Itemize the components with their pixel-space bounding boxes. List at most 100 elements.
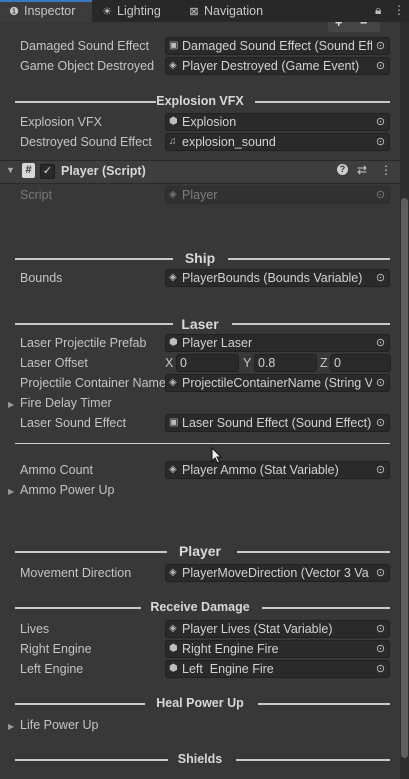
navigation-icon: ⊠ <box>189 6 199 18</box>
field-right-engine: Right Engine ⬢ Right Engine Fire ⊙ <box>0 639 400 659</box>
lock-icon[interactable]: 🔒︎ <box>375 3 381 18</box>
object-field[interactable]: ◈ Player Destroyed (Game Event) ⊙ <box>165 57 390 75</box>
y-input[interactable]: 0.8 <box>254 354 317 372</box>
object-picker-icon[interactable]: ⊙ <box>372 565 389 581</box>
foldout-life-power-up[interactable]: ▶ Life Power Up <box>0 715 400 735</box>
script-field: ◈ Player ⊙ <box>165 186 390 204</box>
header-rule-right <box>228 258 390 260</box>
prefab-icon: ⬢ <box>169 663 178 674</box>
info-icon: ❶ <box>9 6 19 18</box>
asset-icon: ▣ <box>169 417 179 428</box>
prefab-icon: ⬢ <box>169 337 178 348</box>
object-picker-icon[interactable]: ⊙ <box>372 335 389 351</box>
asset-icon: ▣ <box>169 40 179 51</box>
object-field[interactable]: ◈ ProjectileContainerName (String V ⊙ <box>165 374 390 392</box>
object-picker-icon[interactable]: ⊙ <box>372 375 389 391</box>
field-bounds: Bounds ◈ PlayerBounds (Bounds Variable) … <box>0 268 400 288</box>
object-picker-icon[interactable]: ⊙ <box>372 58 389 74</box>
scrollbar-thumb[interactable] <box>401 198 408 758</box>
object-picker-icon[interactable]: ⊙ <box>372 134 389 150</box>
object-field[interactable]: ◈ Player Lives (Stat Variable) ⊙ <box>165 620 390 638</box>
object-field[interactable]: ♫ explosion_sound ⊙ <box>165 133 390 151</box>
object-field[interactable]: ◈ Player Ammo (Stat Variable) ⊙ <box>165 461 390 479</box>
object-field[interactable]: ◈ PlayerBounds (Bounds Variable) ⊙ <box>165 269 390 287</box>
foldout-ammo-power-up[interactable]: ▶ Ammo Power Up <box>0 480 400 500</box>
prefab-icon: ⬢ <box>169 643 178 654</box>
enabled-checkbox[interactable]: ✓ <box>40 164 55 179</box>
foldout-arrow-icon[interactable]: ▶ <box>8 400 20 409</box>
lighting-icon: ☀ <box>102 6 112 18</box>
script-asset-icon: ◈ <box>169 189 177 200</box>
header-rule-right <box>258 703 390 705</box>
field-movement-direction: Movement Direction ◈ PlayerMoveDirection… <box>0 563 400 583</box>
asset-icon: ◈ <box>169 272 177 283</box>
object-picker-icon[interactable]: ⊙ <box>372 661 389 677</box>
list-add-remove: + − <box>328 22 380 32</box>
asset-icon: ◈ <box>169 567 177 578</box>
z-axis-label: Z <box>320 356 328 370</box>
component-menu-icon[interactable]: ⋮ <box>380 163 392 177</box>
header-rule-right <box>262 607 390 609</box>
object-picker-icon[interactable]: ⊙ <box>372 621 389 637</box>
z-input[interactable]: 0 <box>330 354 391 372</box>
script-icon: # <box>22 163 35 178</box>
field-damaged-sound-effect: Damaged Sound Effect ▣ Damaged Sound Eff… <box>0 36 400 56</box>
field-projectile-container-name: Projectile Container Name ◈ ProjectileCo… <box>0 373 400 393</box>
field-laser-sound-effect: Laser Sound Effect ▣ Laser Sound Effect … <box>0 413 400 433</box>
audio-icon: ♫ <box>169 136 177 147</box>
vector3-field: X 0 Y 0.8 Z 0 <box>165 354 391 372</box>
prefab-icon: ⬢ <box>169 116 178 127</box>
header-rule-right <box>237 551 390 553</box>
component-header[interactable]: ▼ # ✓ Player (Script) ? ⇄ ⋮ <box>0 160 400 184</box>
vertical-scrollbar[interactable] <box>400 22 409 779</box>
asset-icon: ◈ <box>169 464 177 475</box>
object-field[interactable]: ▣ Damaged Sound Effect (Sound Effe ⊙ <box>165 37 390 55</box>
object-field[interactable]: ⬢ Player Laser ⊙ <box>165 334 390 352</box>
foldout-fire-delay-timer[interactable]: ▶ Fire Delay Timer <box>0 393 400 413</box>
inspector-content: + − Damaged Sound Effect ▣ Damaged Sound… <box>0 22 409 779</box>
object-field[interactable]: ⬢ Right Engine Fire ⊙ <box>165 640 390 658</box>
y-axis-label: Y <box>243 356 252 370</box>
help-icon[interactable]: ? <box>337 164 348 175</box>
asset-icon: ◈ <box>169 377 177 388</box>
object-picker-icon[interactable]: ⊙ <box>372 462 389 478</box>
separator-line <box>15 443 390 444</box>
object-picker-icon: ⊙ <box>372 187 389 203</box>
asset-icon: ◈ <box>169 623 177 634</box>
header-rule-right <box>236 759 390 761</box>
object-field[interactable]: ⬢ Explosion ⊙ <box>165 113 390 131</box>
foldout-arrow-icon[interactable]: ▼ <box>6 165 15 175</box>
object-picker-icon[interactable]: ⊙ <box>372 38 389 54</box>
header-rule-right <box>232 323 390 325</box>
field-script: Script ◈ Player ⊙ <box>0 185 400 205</box>
tab-navigation[interactable]: ⊠ Navigation <box>188 0 263 22</box>
x-axis-label: X <box>165 356 174 370</box>
tab-inspector[interactable]: ❶ Inspector <box>0 0 92 22</box>
more-icon[interactable]: ⋮ <box>393 3 405 17</box>
object-field[interactable]: ◈ PlayerMoveDirection (Vector 3 Va ⊙ <box>165 564 390 582</box>
tab-lighting[interactable]: ☀ Lighting <box>101 0 161 22</box>
field-destroyed-sound-effect: Destroyed Sound Effect ♫ explosion_sound… <box>0 132 400 152</box>
foldout-arrow-icon[interactable]: ▶ <box>8 722 20 731</box>
mouse-cursor-icon <box>211 447 223 464</box>
field-left-engine: Left Engine ⬢ Left Engine Fire ⊙ <box>0 659 400 679</box>
add-icon[interactable]: + <box>335 22 342 30</box>
foldout-arrow-icon[interactable]: ▶ <box>8 487 20 496</box>
remove-icon[interactable]: − <box>360 22 367 30</box>
field-ammo-count: Ammo Count ◈ Player Ammo (Stat Variable)… <box>0 460 400 480</box>
field-explosion-vfx: Explosion VFX ⬢ Explosion ⊙ <box>0 112 400 132</box>
field-laser-projectile-prefab: Laser Projectile Prefab ⬢ Player Laser ⊙ <box>0 333 400 353</box>
object-picker-icon[interactable]: ⊙ <box>372 270 389 286</box>
header-rule-right <box>255 101 390 103</box>
field-game-object-destroyed: Game Object Destroyed ◈ Player Destroyed… <box>0 56 400 76</box>
field-laser-offset: Laser Offset X 0 Y 0.8 Z 0 <box>0 353 400 373</box>
preset-icon[interactable]: ⇄ <box>357 163 367 177</box>
object-picker-icon[interactable]: ⊙ <box>372 415 389 431</box>
asset-icon: ◈ <box>169 60 177 71</box>
x-input[interactable]: 0 <box>176 354 239 372</box>
object-field[interactable]: ⬢ Left Engine Fire ⊙ <box>165 660 390 678</box>
object-picker-icon[interactable]: ⊙ <box>372 114 389 130</box>
object-field[interactable]: ▣ Laser Sound Effect (Sound Effect) ⊙ <box>165 414 390 432</box>
object-picker-icon[interactable]: ⊙ <box>372 641 389 657</box>
tab-bar: ❶ Inspector ☀ Lighting ⊠ Navigation 🔒︎ ⋮ <box>0 0 409 22</box>
